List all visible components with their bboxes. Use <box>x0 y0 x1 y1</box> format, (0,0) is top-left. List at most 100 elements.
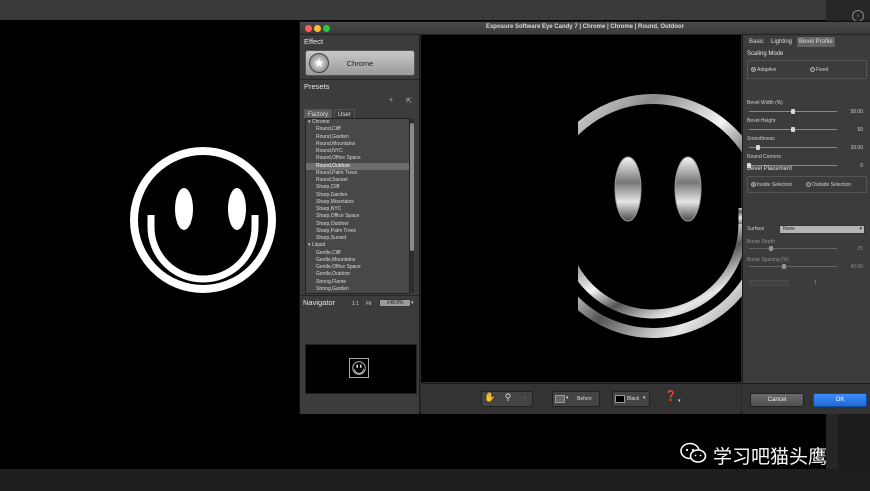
before-button[interactable]: Before <box>577 396 592 402</box>
inside-selection-label: Inside Selection <box>757 182 793 188</box>
dialog-buttons: Cancel OK <box>742 383 870 414</box>
slider-label: Smoothness <box>747 136 775 142</box>
preset-item[interactable]: Gentle,Outdoor <box>306 271 409 278</box>
bump-preset-field[interactable] <box>749 280 789 286</box>
help-icon[interactable]: ❓ <box>664 391 678 402</box>
preview-area[interactable] <box>421 35 862 396</box>
preset-category[interactable]: ▾ Liquid <box>306 242 409 249</box>
surface-value: None <box>783 226 795 232</box>
effect-section-title: Effect <box>304 37 324 46</box>
preset-item[interactable]: Sharp,Outdoor <box>306 221 409 228</box>
preset-item[interactable]: Round,Outdoor <box>306 162 409 170</box>
chevron-down-icon[interactable]: ▾ <box>643 395 646 401</box>
slider-thumb[interactable] <box>755 145 760 150</box>
effect-name: Chrome <box>346 59 374 68</box>
preset-scrollbar-thumb[interactable] <box>410 123 414 251</box>
preset-item[interactable]: Round,Garden <box>306 134 409 141</box>
eyedropper-icon[interactable]: ◦ <box>519 392 531 402</box>
host-bottom-bar <box>0 469 870 491</box>
wechat-icon <box>680 442 707 463</box>
cancel-button[interactable]: Cancel <box>750 393 804 407</box>
magnifier-icon[interactable]: ⚲ <box>502 392 514 403</box>
zoom-fit-button[interactable]: Fit <box>366 301 372 307</box>
tab-basic[interactable]: Basic <box>747 37 766 47</box>
effect-selector-button[interactable]: ★ Chrome <box>305 50 415 76</box>
preset-item[interactable]: Gentle,Office Space <box>306 264 409 271</box>
slider-track[interactable] <box>749 266 837 267</box>
presets-section-title: Presets <box>304 82 330 91</box>
preset-item[interactable]: Strong,Flame <box>306 279 409 286</box>
slider-thumb[interactable] <box>769 246 773 251</box>
preset-item[interactable]: Round,Palm Trees <box>306 170 409 177</box>
slider-thumb[interactable] <box>791 127 795 132</box>
fixed-radio[interactable] <box>810 67 815 72</box>
fixed-label: Fixed <box>816 67 829 73</box>
divider <box>300 79 419 80</box>
zoom-1-1-button[interactable]: 1:1 <box>352 301 359 307</box>
slider-value[interactable]: 50 <box>843 127 863 133</box>
navigator-thumbnail <box>349 358 369 378</box>
dialog-titlebar[interactable]: Exposure Software Eye Candy 7 | Chrome |… <box>300 22 870 35</box>
left-panel: Effect ★ Chrome Presets + ⇱ Factory User… <box>300 35 420 414</box>
slider-label: Bevel Height <box>747 118 776 124</box>
slider-thumb[interactable] <box>782 264 787 269</box>
smiley-artwork <box>130 147 276 293</box>
preset-category[interactable]: ▾ Chrome <box>306 119 409 126</box>
preset-item[interactable]: Sharp,Mountains <box>306 199 409 206</box>
chevron-down-icon[interactable]: ▾ <box>678 398 681 404</box>
preset-item[interactable]: Sharp,Palm Trees <box>306 228 409 235</box>
slider-value[interactable]: 40.00 <box>843 264 863 270</box>
preset-list: ▾ Chrome Round,Cliff Round,Garden Round,Mou… <box>305 118 410 294</box>
hand-icon[interactable]: ✋ <box>484 392 496 403</box>
preset-item[interactable]: Sharp,Cliff <box>306 184 409 191</box>
slider-track[interactable] <box>749 248 837 249</box>
preset-item[interactable]: Round,Sunset <box>306 177 409 184</box>
slider-value[interactable]: 50.00 <box>843 109 863 115</box>
slider-thumb[interactable] <box>791 109 795 114</box>
slider-value[interactable]: 10.00 <box>843 145 863 151</box>
preset-item[interactable]: Round,Office Space <box>306 155 409 162</box>
navigator-preview[interactable] <box>305 344 417 394</box>
inside-selection-radio[interactable] <box>751 182 756 187</box>
zoom-level-field[interactable]: 148.8% <box>379 299 411 307</box>
window-title: Exposure Software Eye Candy 7 | Chrome |… <box>485 24 685 30</box>
slider-value[interactable]: 25 <box>843 246 863 252</box>
watermark-text: 学习吧猫头鹰 <box>713 446 828 468</box>
preset-item[interactable]: Round,Mountains <box>306 141 409 148</box>
ok-button[interactable]: OK <box>813 393 867 407</box>
slider-track[interactable] <box>749 147 837 148</box>
preset-item[interactable]: Gentle,Mountains <box>306 257 409 264</box>
preset-item[interactable]: Sharp,NYC <box>306 206 409 213</box>
slider-value[interactable]: 0 <box>843 163 863 169</box>
tab-bevel-profile[interactable]: Bevel Profile <box>797 37 835 47</box>
adaptive-label: Adaptive <box>757 67 777 73</box>
chevron-down-icon: ▾ <box>859 226 862 232</box>
preset-item[interactable]: Round,NYC <box>306 148 409 155</box>
pin-icon[interactable]: ⇱ <box>406 97 412 105</box>
scaling-mode-title: Scaling Mode <box>747 51 784 57</box>
adaptive-radio[interactable] <box>751 67 756 72</box>
bump-preset-value: 1 <box>814 280 817 286</box>
add-preset-button[interactable]: + <box>389 97 393 104</box>
background-color-swatch[interactable] <box>615 395 625 403</box>
preset-item[interactable]: Sharp,Office Space <box>306 213 409 220</box>
chevron-down-icon[interactable]: ▾ <box>411 300 414 306</box>
preset-item[interactable]: Sharp,Garden <box>306 192 409 199</box>
tab-lighting[interactable]: Lighting <box>769 37 794 47</box>
preset-item[interactable]: Round,Cliff <box>306 126 409 133</box>
chevron-down-icon[interactable]: ▾ <box>566 395 569 401</box>
slider-label: Bump Depth <box>747 239 775 245</box>
surface-select[interactable]: None ▾ <box>779 225 865 234</box>
split-view-icon[interactable] <box>555 395 565 403</box>
slider-label: Bump Spacing (%) <box>747 257 789 263</box>
preset-item[interactable]: Strong,Garden <box>306 286 409 293</box>
slider-label: Round Corners <box>747 154 781 160</box>
navigator-section-title: Navigator <box>303 298 336 307</box>
preset-item[interactable]: Sharp,Sunset <box>306 235 409 242</box>
preset-item[interactable]: Gentle,Cliff <box>306 250 409 257</box>
outside-selection-radio[interactable] <box>806 182 811 187</box>
bevel-placement-title: Bevel Placement <box>747 166 793 172</box>
surface-label: Surface <box>747 226 765 232</box>
background-label[interactable]: Black <box>627 396 639 402</box>
preview-toolbar: ✋ ⚲ ◦ ▾ Before Black ▾ ❓ ▾ <box>421 383 741 414</box>
